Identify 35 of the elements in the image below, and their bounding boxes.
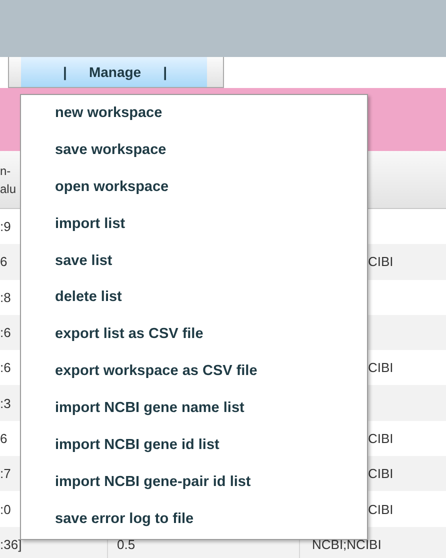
table-cell: :6 [0, 360, 11, 376]
table-cell: :6 [0, 325, 11, 340]
menu-item[interactable]: delete list [21, 279, 367, 316]
table-cell: :36] [0, 536, 22, 552]
menu-label: Manage [88, 64, 142, 80]
table-cell: :3 [0, 396, 11, 411]
menu-item[interactable]: import NCBI gene id list [21, 427, 367, 464]
table-cell: 6 [0, 430, 8, 446]
table-cell: CIBI [368, 360, 394, 376]
menu-item[interactable]: save workspace [21, 132, 367, 169]
menu-item[interactable]: save error log to file [21, 500, 367, 538]
menu-item[interactable]: import NCBI gene name list [21, 390, 367, 428]
menu-item[interactable]: export workspace as CSV file [21, 353, 367, 390]
menu-item[interactable]: import list [21, 206, 367, 243]
separator: | [163, 64, 167, 80]
table-cell: CIBI [368, 430, 394, 446]
table-cell: :9 [0, 219, 11, 234]
table-cell: 6 [0, 254, 8, 270]
table-cell: :7 [0, 466, 11, 482]
menu-item[interactable]: new workspace [21, 95, 367, 132]
table-cell: :0 [0, 502, 11, 517]
table-cell: 0.5 [117, 536, 136, 552]
column-header: alu [0, 180, 18, 198]
column-header: n- [0, 162, 12, 180]
manage-menu[interactable]: | Manage | [21, 57, 207, 87]
menu-item[interactable]: import NCBI gene-pair id list [21, 464, 367, 501]
table-cell: CIBI [368, 466, 394, 482]
table-cell: NCBI;NCIBI [312, 536, 382, 552]
table-cell: CIBI [368, 502, 394, 517]
separator: | [63, 64, 67, 80]
menu-item[interactable]: export list as CSV file [21, 316, 367, 354]
menu-item[interactable]: open workspace [21, 168, 367, 206]
menu-item[interactable]: save list [21, 242, 367, 280]
table-cell: CIBI [368, 254, 394, 270]
table-cell: :8 [0, 290, 11, 305]
